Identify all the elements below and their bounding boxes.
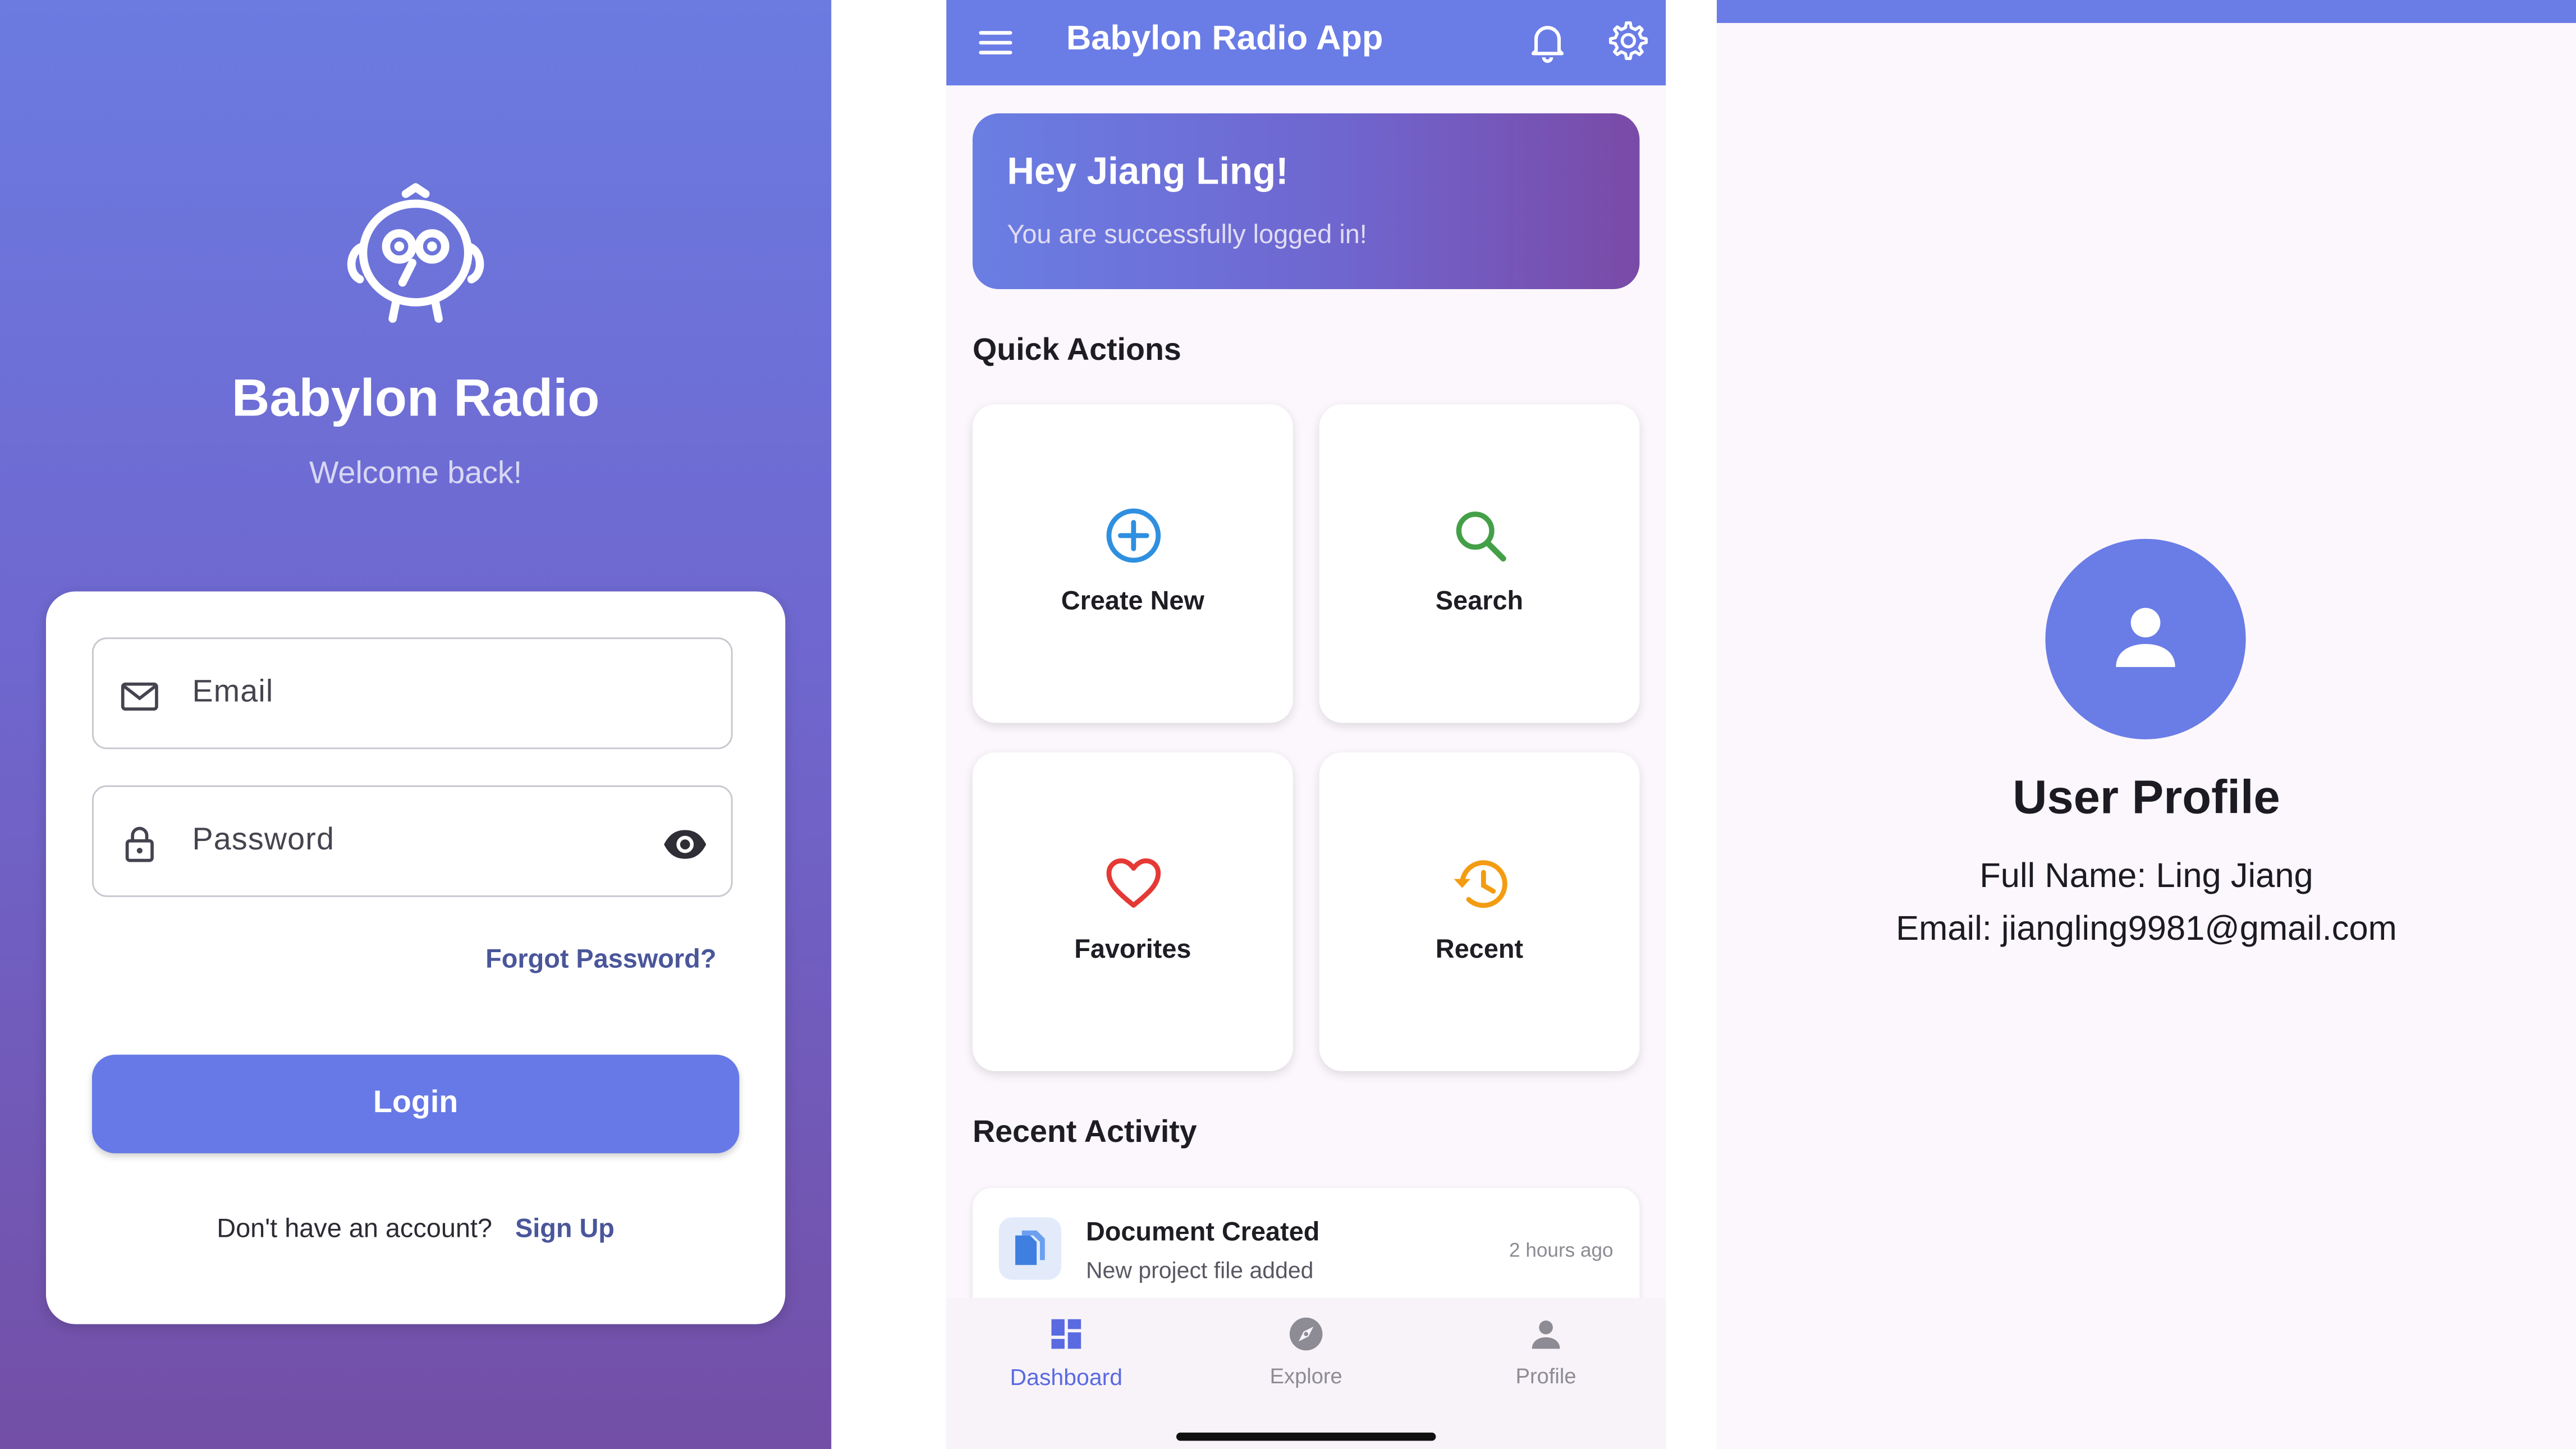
recent-tile[interactable]: Recent bbox=[1319, 752, 1640, 1071]
profile-title: User Profile bbox=[2013, 772, 2280, 825]
recent-label: Recent bbox=[1435, 936, 1524, 965]
quick-actions-heading: Quick Actions bbox=[972, 333, 1181, 368]
profile-full-name: Full Name: Ling Jiang bbox=[1979, 857, 2313, 895]
person-icon bbox=[1532, 1320, 1560, 1349]
activity-title: Document Created bbox=[1085, 1219, 1320, 1247]
visibility-toggle-icon[interactable] bbox=[662, 821, 708, 867]
email-placeholder: Email bbox=[192, 675, 274, 710]
login-screen: Babylon Radio Welcome back! Email Passwo… bbox=[0, 0, 832, 1449]
home-indicator bbox=[1176, 1432, 1436, 1441]
profile-email: Email: jiangling9981@gmail.com bbox=[1896, 910, 2397, 948]
person-icon bbox=[2116, 607, 2175, 668]
greeting-title: Hey Jiang Ling! bbox=[1007, 149, 1289, 193]
nav-profile-label: Profile bbox=[1515, 1363, 1576, 1388]
create-new-label: Create New bbox=[1061, 588, 1204, 616]
recent-activity-heading: Recent Activity bbox=[972, 1115, 1197, 1150]
babylon-radio-logo-icon bbox=[347, 183, 484, 323]
profile-app-bar bbox=[1717, 0, 2576, 23]
activity-subtitle: New project file added bbox=[1085, 1256, 1314, 1283]
mail-icon bbox=[121, 682, 158, 711]
nav-explore[interactable]: Explore bbox=[1208, 1314, 1405, 1388]
add-circle-icon bbox=[1106, 508, 1161, 563]
search-label: Search bbox=[1435, 588, 1524, 616]
signup-row: Don't have an account? Sign Up bbox=[46, 1215, 785, 1245]
password-placeholder: Password bbox=[192, 823, 335, 858]
nav-dashboard-label: Dashboard bbox=[1010, 1363, 1123, 1390]
welcome-subtitle: Welcome back! bbox=[309, 456, 522, 491]
nav-explore-label: Explore bbox=[1269, 1363, 1342, 1388]
document-icon-container bbox=[998, 1217, 1062, 1280]
greeting-subtitle: You are successfully logged in! bbox=[1007, 222, 1367, 250]
profile-screen: User Profile Full Name: Ling Jiang Email… bbox=[1717, 0, 2576, 1449]
search-icon bbox=[1456, 511, 1506, 562]
forgot-password-link[interactable]: Forgot Password? bbox=[485, 947, 716, 976]
email-field[interactable]: Email bbox=[91, 637, 733, 749]
dashboard-icon bbox=[1051, 1319, 1081, 1349]
sign-up-link[interactable]: Sign Up bbox=[515, 1215, 615, 1244]
search-tile[interactable]: Search bbox=[1319, 404, 1640, 723]
bottom-navigation: Dashboard Explore Profile bbox=[946, 1297, 1666, 1449]
app-name-title: Babylon Radio bbox=[231, 368, 600, 427]
avatar bbox=[2045, 538, 2246, 739]
compass-icon bbox=[1289, 1317, 1323, 1351]
app-bar-title: Babylon Radio App bbox=[1066, 20, 1383, 58]
heart-icon bbox=[1106, 858, 1161, 908]
login-card: Email Password Forgot Password? Login Do… bbox=[45, 591, 786, 1324]
app-bar: Babylon Radio App bbox=[946, 0, 1666, 86]
dashboard-screen: Babylon Radio App Hey Jiang Ling! You ar… bbox=[946, 0, 1666, 1449]
menu-icon[interactable] bbox=[976, 23, 1015, 62]
nav-profile[interactable]: Profile bbox=[1447, 1314, 1644, 1388]
lock-icon bbox=[125, 826, 154, 862]
welcome-banner: Hey Jiang Ling! You are successfully log… bbox=[972, 113, 1640, 290]
favorites-label: Favorites bbox=[1074, 936, 1191, 965]
login-button[interactable]: Login bbox=[91, 1054, 740, 1154]
no-account-text: Don't have an account? bbox=[217, 1215, 493, 1244]
bell-icon[interactable] bbox=[1525, 18, 1571, 64]
nav-dashboard[interactable]: Dashboard bbox=[968, 1314, 1165, 1390]
history-icon bbox=[1454, 860, 1507, 908]
document-icon bbox=[1015, 1230, 1045, 1265]
activity-timestamp: 2 hours ago bbox=[1509, 1238, 1614, 1262]
password-field[interactable]: Password bbox=[91, 785, 733, 897]
gear-icon[interactable] bbox=[1603, 18, 1649, 64]
create-new-tile[interactable]: Create New bbox=[972, 404, 1293, 723]
favorites-tile[interactable]: Favorites bbox=[972, 752, 1293, 1071]
